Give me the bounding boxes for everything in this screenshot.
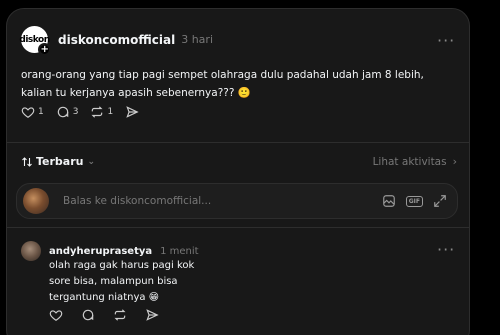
reply-input[interactable] (63, 195, 372, 207)
like-count: 1 (38, 107, 44, 117)
comment-count: 3 (72, 107, 79, 117)
avatar[interactable]: diskon + (19, 26, 51, 56)
view-activity-label: Lihat aktivitas (372, 155, 447, 168)
sort-label: Terbaru (36, 155, 84, 168)
repost-icon (91, 106, 103, 118)
expand-icon[interactable] (433, 194, 447, 208)
share-button[interactable] (125, 105, 139, 119)
comment-button[interactable]: 3 (56, 105, 79, 119)
sort-row: Terbaru ⌄ Lihat aktivitas › (21, 155, 457, 168)
repost-count: 1 (107, 107, 114, 117)
send-icon (146, 309, 159, 321)
current-user-avatar (23, 188, 49, 214)
heart-icon (49, 310, 63, 321)
comment-username[interactable]: andyheruprasetya (49, 246, 152, 257)
post-username[interactable]: diskoncomofficial (58, 33, 175, 47)
comment-text: olah raga gak harus pagi kok sore bisa, … (49, 258, 269, 306)
comment-share-button[interactable] (145, 308, 159, 322)
divider (7, 142, 469, 143)
sort-arrows-icon (22, 156, 32, 167)
view-activity-link[interactable]: Lihat aktivitas › (373, 155, 457, 168)
post-card: diskon + diskoncomofficial 3 hari ··· or… (6, 8, 470, 335)
comment-like-button[interactable] (49, 308, 63, 322)
comment-actions (49, 308, 171, 322)
reply-tools: GIF (372, 194, 447, 208)
like-button[interactable]: 1 (21, 105, 44, 119)
post-text: orang-orang yang tiap pagi sempet olahra… (21, 69, 424, 99)
follow-plus-icon[interactable]: + (38, 43, 51, 56)
reply-box: GIF (16, 183, 458, 219)
comment-line: tergantung niatnya 😁 (49, 292, 160, 303)
repost-icon (114, 309, 126, 321)
comment-more-icon[interactable]: ··· (437, 242, 455, 258)
post-actions: 1 3 1 (21, 105, 151, 119)
comment-reply-button[interactable] (81, 308, 95, 322)
gif-button[interactable]: GIF (405, 195, 423, 207)
commenter-avatar[interactable] (21, 241, 41, 261)
image-icon[interactable] (382, 194, 396, 208)
post-timestamp: 3 hari (181, 33, 214, 46)
more-icon[interactable]: ··· (437, 33, 455, 49)
speech-bubble-icon (82, 309, 94, 321)
comment-line: olah raga gak harus pagi kok (49, 260, 195, 271)
gif-icon: GIF (405, 195, 423, 207)
sort-dropdown[interactable]: Terbaru ⌄ (21, 155, 95, 168)
send-icon (126, 106, 139, 118)
comment-repost-button[interactable] (113, 308, 127, 322)
divider (7, 227, 469, 228)
repost-button[interactable]: 1 (90, 105, 113, 119)
heart-icon (21, 107, 35, 118)
comment-timestamp: 1 menit (160, 245, 199, 257)
chevron-down-icon: ⌄ (87, 156, 96, 167)
post-header: diskon + diskoncomofficial 3 hari (19, 26, 214, 56)
chevron-right-icon: › (452, 155, 457, 168)
comment-line: sore bisa, malampun bisa (49, 276, 178, 287)
speech-bubble-icon (57, 106, 68, 118)
